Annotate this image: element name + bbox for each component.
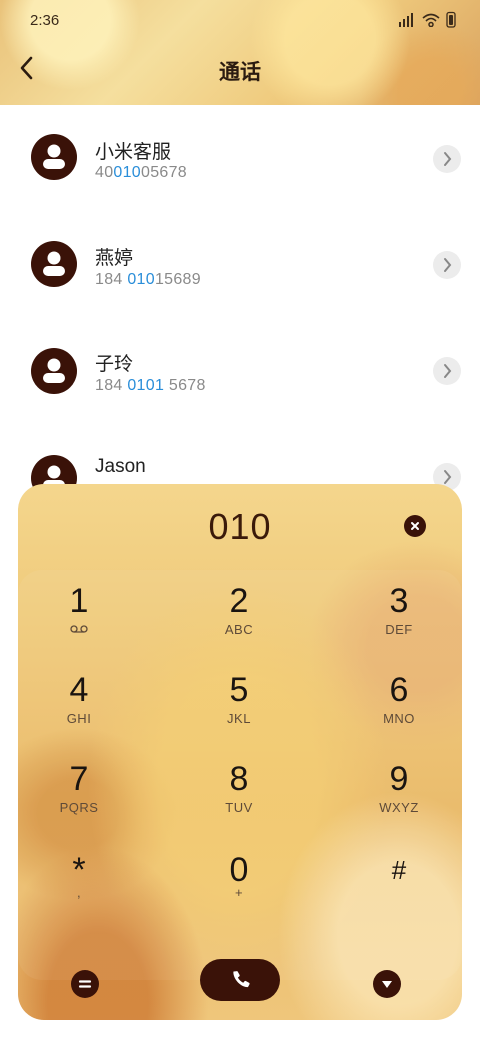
contact-row[interactable]: 子玲 184 0101 5678 — [0, 319, 480, 419]
chevron-right-icon — [444, 152, 452, 166]
key-digit: 5 — [229, 671, 249, 709]
status-icons — [398, 11, 456, 28]
contact-number: 184 0101 5678 — [95, 377, 206, 394]
key-digit: 1 — [69, 582, 89, 620]
avatar — [31, 134, 77, 180]
key-digit: 6 — [389, 671, 409, 709]
key-8[interactable]: 8 TUV — [179, 760, 299, 840]
key-letters: + — [234, 885, 244, 900]
key-digit: 9 — [389, 760, 409, 798]
key-digit: * — [72, 851, 86, 889]
dialed-number[interactable]: 010 — [18, 506, 462, 548]
clear-button[interactable] — [404, 515, 426, 537]
avatar — [31, 348, 77, 394]
page-title: 通话 — [219, 61, 261, 84]
voicemail-icon — [70, 625, 88, 633]
contact-number: 184 01015689 — [95, 271, 201, 288]
key-letters: , — [76, 885, 82, 900]
contact-row[interactable]: 小米客服 4001005678 — [0, 105, 480, 205]
key-1[interactable]: 1 — [19, 582, 139, 662]
clear-x-icon — [411, 522, 419, 530]
avatar — [31, 241, 77, 287]
call-button[interactable] — [200, 959, 280, 1001]
contact-name: 小米客服 — [95, 142, 172, 163]
key-letters: GHI — [66, 711, 92, 726]
key-letters: MNO — [383, 711, 415, 726]
contact-name: 燕婷 — [95, 248, 134, 269]
chevron-right-icon — [444, 258, 452, 272]
contact-name: 子玲 — [95, 354, 134, 375]
phone-icon — [233, 971, 250, 988]
contact-name: Jason — [95, 456, 146, 477]
key-7[interactable]: 7 PQRS — [19, 760, 139, 840]
status-time: 2:36 — [30, 12, 60, 29]
header: 2:36 通话 — [0, 0, 480, 105]
key-0[interactable]: 0 + — [179, 851, 299, 931]
key-digit: 0 — [229, 851, 249, 889]
keypad: 1 2 ABC 3 DEF 4 GHI 5 JKL 6 MNO 7 PQRS 8… — [18, 570, 462, 980]
status-bar: 2:36 — [0, 0, 480, 40]
key-hash[interactable]: # — [339, 851, 459, 931]
wifi-icon — [422, 13, 440, 27]
person-icon — [43, 144, 65, 169]
key-star[interactable]: * , — [19, 851, 139, 931]
menu-button[interactable] — [71, 970, 99, 998]
triangle-down-icon — [382, 981, 392, 988]
equals-menu-icon — [78, 980, 92, 988]
key-3[interactable]: 3 DEF — [339, 582, 459, 662]
key-digit: 4 — [69, 671, 89, 709]
key-6[interactable]: 6 MNO — [339, 671, 459, 751]
key-digit: 3 — [389, 582, 409, 620]
key-5[interactable]: 5 JKL — [179, 671, 299, 751]
person-icon — [43, 358, 65, 383]
person-icon — [43, 251, 65, 276]
battery-icon — [446, 11, 456, 28]
key-digit: # — [391, 855, 407, 885]
key-letters: DEF — [385, 622, 413, 637]
details-button[interactable] — [433, 145, 461, 173]
key-letters: TUV — [225, 800, 253, 815]
key-4[interactable]: 4 GHI — [19, 671, 139, 751]
signal-icon — [399, 12, 413, 27]
contact-row[interactable]: 燕婷 184 01015689 — [0, 212, 480, 312]
key-letters: WXYZ — [379, 800, 419, 815]
collapse-button[interactable] — [373, 970, 401, 998]
key-digit: 7 — [69, 760, 89, 798]
key-letters: PQRS — [59, 800, 99, 815]
key-letters: ABC — [224, 622, 254, 637]
key-letters: JKL — [227, 711, 251, 726]
contact-number: 4001005678 — [95, 164, 188, 181]
key-2[interactable]: 2 ABC — [179, 582, 299, 662]
key-digit: 8 — [229, 760, 249, 798]
key-digit: 2 — [229, 582, 249, 620]
details-button[interactable] — [433, 357, 461, 385]
chevron-right-icon — [444, 364, 452, 378]
dialpad-panel: 010 1 2 ABC 3 DEF 4 GHI 5 JKL 6 MNO 7 PQ… — [18, 484, 462, 1020]
details-button[interactable] — [433, 251, 461, 279]
key-9[interactable]: 9 WXYZ — [339, 760, 459, 840]
